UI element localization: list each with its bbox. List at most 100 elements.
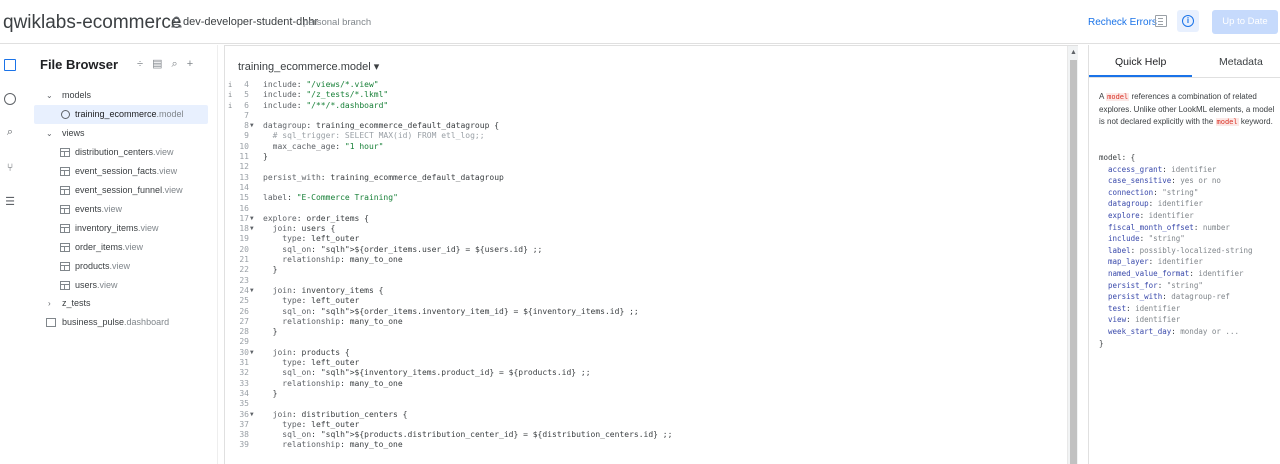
code-line[interactable]: 9 # sql_trigger: SELECT MAX(id) FROM etl… [225, 131, 1067, 141]
code-line[interactable]: i 6 include: "/**/*.dashboard" [225, 101, 1067, 111]
code-line[interactable]: 33 relationship: many_to_one [225, 379, 1067, 389]
code-line[interactable]: 23 [225, 276, 1067, 286]
code-line[interactable]: 27 relationship: many_to_one [225, 317, 1067, 327]
code-text: } [263, 388, 278, 398]
code-text: type: left_outer [282, 419, 360, 429]
code-line[interactable]: 21 relationship: many_to_one [225, 255, 1067, 265]
view-file-event-session-facts[interactable]: event_session_facts.view [20, 162, 218, 181]
fold-arrow-icon[interactable]: ▼ [250, 224, 254, 234]
code-line[interactable]: 31 type: left_outer [225, 358, 1067, 368]
file-name: distribution_centers [75, 147, 154, 157]
code-line[interactable]: 11} [225, 152, 1067, 162]
code-area[interactable]: i 4 include: "/views/*.view" i 5 include: "/z… [225, 80, 1067, 451]
code-line[interactable]: i 5 include: "/z_tests/*.lkml" [225, 90, 1067, 100]
line-number: 14 [239, 182, 249, 192]
line-number: 30 [239, 347, 249, 357]
code-line[interactable]: 22 } [225, 265, 1067, 275]
code-line[interactable]: 10 max_cache_age: "1 hour" [225, 142, 1067, 152]
view-table-icon [60, 205, 70, 214]
compass-icon[interactable] [4, 93, 16, 105]
view-file-distribution-centers[interactable]: distribution_centers.view [20, 143, 218, 162]
fold-arrow-icon[interactable]: ▼ [250, 214, 254, 224]
code-line[interactable]: 14 [225, 183, 1067, 193]
file-name: event_session_funnel [75, 185, 163, 195]
code-line[interactable]: 30 ▼ join: products { [225, 348, 1067, 358]
branch-user-name[interactable]: dev-developer-student-dhhr [183, 16, 318, 28]
code-line[interactable]: 29 [225, 337, 1067, 347]
code-line[interactable]: 16 [225, 204, 1067, 214]
info-button[interactable]: i [1177, 10, 1199, 32]
code-line[interactable]: 8 ▼ datagroup: training_ecommerce_default_… [225, 121, 1067, 131]
folder-z-tests[interactable]: › z_tests [20, 294, 218, 313]
scrollbar-thumb[interactable] [1070, 60, 1077, 464]
code-line[interactable]: 25 type: left_outer [225, 296, 1067, 306]
code-line[interactable]: 39 relationship: many_to_one [225, 440, 1067, 450]
editor-scrollbar[interactable]: ▲ [1067, 46, 1078, 464]
line-number: 23 [239, 275, 249, 285]
search-icon[interactable]: ⌕ [4, 126, 16, 138]
file-business-pulse-dashboard[interactable]: business_pulse.dashboard [20, 313, 218, 332]
code-line[interactable]: 26 sql_on: "sqlh">${order_items.inventor… [225, 307, 1067, 317]
code-line[interactable]: 17 ▼ explore: order_items { [225, 214, 1067, 224]
param-value: "string" [1148, 234, 1185, 244]
param-key: week_start_day [1108, 326, 1172, 336]
line-number: 7 [244, 110, 249, 120]
code-line[interactable]: 28 } [225, 327, 1067, 337]
code-line[interactable]: 7 [225, 111, 1067, 121]
file-tab[interactable]: training_ecommerce.model ▾ [238, 60, 379, 73]
folder-views[interactable]: ⌄ views [20, 124, 218, 143]
settings-sliders-icon[interactable]: ☰ [4, 196, 16, 208]
view-file-order-items[interactable]: order_items.view [20, 238, 218, 257]
line-number: 31 [239, 358, 249, 368]
code-text: type: left_outer [282, 358, 360, 368]
code-line[interactable]: 13 persist_with: training_ecommerce_defau… [225, 173, 1067, 183]
folder-icon[interactable] [4, 59, 16, 71]
code-line[interactable]: 24 ▼ join: inventory_items { [225, 286, 1067, 296]
recheck-errors-button[interactable]: Recheck Errors [1088, 17, 1157, 28]
code-line[interactable]: 35 [225, 399, 1067, 409]
code-line[interactable]: 38 sql_on: "sqlh">${products.distributio… [225, 430, 1067, 440]
tab-metadata[interactable]: Metadata [1219, 56, 1263, 68]
scroll-up-icon[interactable]: ▲ [1070, 49, 1077, 56]
code-line[interactable]: 36 ▼ join: distribution_centers { [225, 410, 1067, 420]
code-line[interactable]: 15 label: "E-Commerce Training" [225, 193, 1067, 203]
file-training-ecommerce-model[interactable]: training_ecommerce.model [34, 105, 208, 124]
line-number: 39 [239, 440, 249, 450]
code-line[interactable]: 37 type: left_outer [225, 420, 1067, 430]
code-line[interactable]: 32 sql_on: "sqlh">${inventory_items.prod… [225, 368, 1067, 378]
chevron-right-icon: › [48, 299, 51, 308]
code-line[interactable]: 19 type: left_outer [225, 234, 1067, 244]
code-text: sql_on: "sqlh">${order_items.inventory_i… [282, 306, 639, 316]
file-label: products.view [75, 257, 130, 276]
file-name: products [75, 261, 110, 271]
folder-models[interactable]: ⌄ models [20, 86, 218, 105]
code-line[interactable]: 18 ▼ join: users { [225, 224, 1067, 234]
file-icon[interactable] [1155, 15, 1167, 27]
code-line[interactable]: 12 [225, 162, 1067, 172]
line-number: 33 [239, 378, 249, 388]
code-editor[interactable]: training_ecommerce.model ▾ i 4 include: "/… [224, 45, 1078, 464]
fold-arrow-icon[interactable]: ▼ [250, 348, 254, 358]
line-number: 18 [239, 224, 249, 234]
view-file-events[interactable]: events.view [20, 200, 218, 219]
code-line[interactable]: i 4 include: "/views/*.view" [225, 80, 1067, 90]
param-value: number [1202, 222, 1230, 232]
view-file-users[interactable]: users.view [20, 276, 218, 295]
code-text: sql_on: "sqlh">${order_items.user_id} = … [282, 244, 543, 254]
view-file-products[interactable]: products.view [20, 257, 218, 276]
view-file-inventory-items[interactable]: inventory_items.view [20, 219, 218, 238]
git-icon[interactable]: ⑂ [4, 162, 16, 174]
fold-arrow-icon[interactable]: ▼ [250, 410, 254, 420]
file-browser-actions[interactable]: ÷ ▤ ⌕ + [137, 57, 196, 71]
code-line[interactable]: 20 sql_on: "sqlh">${order_items.user_id}… [225, 245, 1067, 255]
fold-arrow-icon[interactable]: ▼ [250, 286, 254, 296]
file-name: order_items [75, 242, 123, 252]
code-line[interactable]: 34 } [225, 389, 1067, 399]
tab-quick-help[interactable]: Quick Help [1115, 56, 1166, 68]
line-number: 5 [244, 90, 249, 100]
up-to-date-button[interactable]: Up to Date [1212, 10, 1278, 34]
code-text: # sql_trigger: SELECT MAX(id) FROM etl_l… [263, 131, 485, 141]
fold-arrow-icon[interactable]: ▼ [250, 121, 254, 131]
view-file-event-session-funnel[interactable]: event_session_funnel.view [20, 181, 218, 200]
view-table-icon [60, 224, 70, 233]
